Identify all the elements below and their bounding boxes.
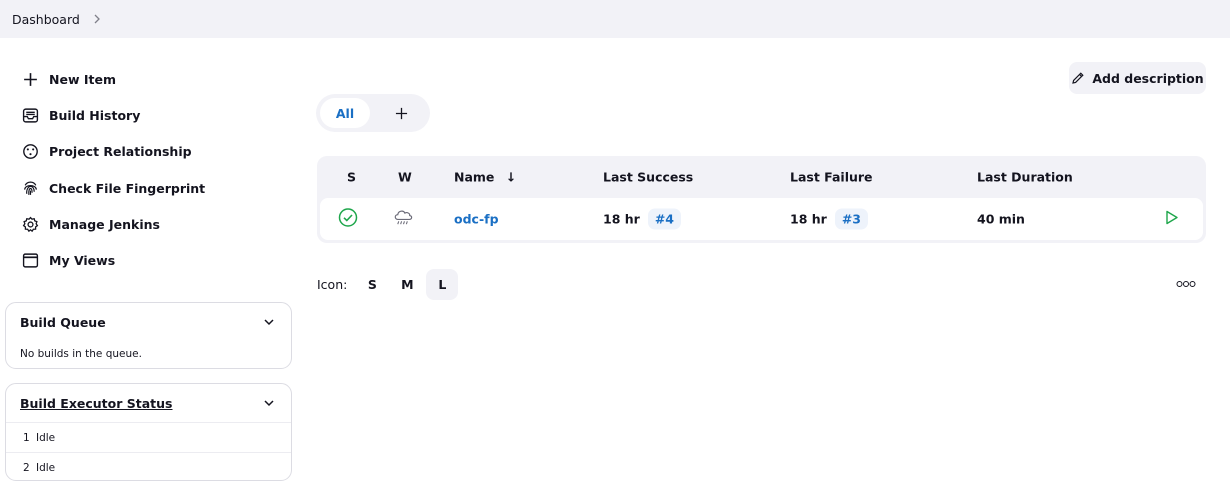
table-header: S W Name ↓ Last Success Last Failure Las… xyxy=(317,156,1206,198)
executor-state: Idle xyxy=(36,461,56,474)
build-executor-header[interactable]: Build Executor Status xyxy=(6,384,291,422)
chevron-down-icon[interactable] xyxy=(262,315,276,329)
window-icon xyxy=(20,250,40,270)
relationship-icon xyxy=(20,141,40,161)
sidebar-item-label: Project Relationship xyxy=(49,143,192,159)
col-weather[interactable]: W xyxy=(398,170,412,185)
success-status-icon xyxy=(338,208,358,231)
rain-weather-icon xyxy=(392,207,415,231)
icon-size-m[interactable]: M xyxy=(391,269,423,300)
fingerprint-icon xyxy=(20,178,40,198)
inbox-icon xyxy=(20,105,40,125)
sidebar-item-label: Build History xyxy=(49,107,141,123)
build-executor-panel: Build Executor Status 1 Idle 2 Idle xyxy=(5,383,292,481)
executor-number: 1 xyxy=(23,431,30,444)
sort-arrow-icon: ↓ xyxy=(505,169,517,185)
job-link[interactable]: odc-fp xyxy=(454,212,499,227)
last-failure-build-link[interactable]: #3 xyxy=(834,208,868,230)
last-success-build-link[interactable]: #4 xyxy=(647,208,681,230)
add-description-label: Add description xyxy=(1092,70,1204,86)
plus-icon xyxy=(20,69,40,89)
sidebar-item-new-item[interactable]: New Item xyxy=(20,65,116,93)
icon-size-selector: Icon: S M L xyxy=(317,269,461,300)
build-queue-panel: Build Queue No builds in the queue. xyxy=(5,302,292,369)
play-icon xyxy=(1166,210,1178,225)
col-status[interactable]: S xyxy=(347,170,356,185)
col-name-label: Name xyxy=(454,169,495,185)
sidebar-item-label: New Item xyxy=(49,71,116,87)
col-last-success[interactable]: Last Success xyxy=(603,170,693,185)
executor-number: 2 xyxy=(23,461,30,474)
icon-size-l[interactable]: L xyxy=(426,269,459,300)
pencil-icon xyxy=(1072,72,1084,84)
icon-size-label: Icon: xyxy=(317,277,348,292)
executor-row: 2 Idle xyxy=(6,452,291,482)
gear-icon xyxy=(20,214,40,234)
col-last-failure[interactable]: Last Failure xyxy=(790,170,873,185)
table-row: odc-fp 18 hr #4 18 hr #3 40 min xyxy=(320,198,1203,240)
sidebar-item-check-file-fingerprint[interactable]: Check File Fingerprint xyxy=(20,174,205,202)
sidebar-item-my-views[interactable]: My Views xyxy=(20,246,115,274)
last-failure-time: 18 hr xyxy=(790,211,827,227)
add-description-button[interactable]: Add description xyxy=(1069,62,1206,94)
last-duration-cell: 40 min xyxy=(977,211,1025,227)
build-queue-header[interactable]: Build Queue xyxy=(6,303,291,341)
tab-all[interactable]: All xyxy=(320,98,370,128)
sidebar-item-manage-jenkins[interactable]: Manage Jenkins xyxy=(20,210,160,238)
sidebar-item-label: My Views xyxy=(49,252,116,268)
build-queue-title: Build Queue xyxy=(20,314,106,330)
jobs-table: S W Name ↓ Last Success Last Failure Las… xyxy=(317,156,1206,243)
col-name[interactable]: Name ↓ xyxy=(454,170,516,185)
add-view-button[interactable] xyxy=(389,101,413,125)
breadcrumb-dashboard[interactable]: Dashboard xyxy=(12,12,80,27)
sidebar-item-build-history[interactable]: Build History xyxy=(20,101,140,129)
breadcrumb-bar: Dashboard xyxy=(0,0,1230,38)
last-failure-cell: 18 hr #3 xyxy=(790,208,868,230)
build-queue-empty: No builds in the queue. xyxy=(20,348,142,360)
legend-icon[interactable] xyxy=(1176,278,1196,290)
sidebar-item-project-relationship[interactable]: Project Relationship xyxy=(20,137,192,165)
icon-size-s[interactable]: S xyxy=(356,269,388,300)
chevron-down-icon[interactable] xyxy=(262,396,276,410)
build-executor-title[interactable]: Build Executor Status xyxy=(20,396,173,411)
last-success-cell: 18 hr #4 xyxy=(603,208,681,230)
plus-icon xyxy=(395,107,407,119)
chevron-right-icon[interactable] xyxy=(90,12,104,26)
col-last-duration[interactable]: Last Duration xyxy=(977,170,1073,185)
view-tabs: All xyxy=(316,94,430,132)
sidebar-item-label: Manage Jenkins xyxy=(49,216,160,232)
executor-state: Idle xyxy=(36,431,56,444)
sidebar-item-label: Check File Fingerprint xyxy=(49,180,206,196)
last-success-time: 18 hr xyxy=(603,211,640,227)
executor-row: 1 Idle xyxy=(6,422,291,452)
schedule-build-button[interactable] xyxy=(1163,210,1179,229)
